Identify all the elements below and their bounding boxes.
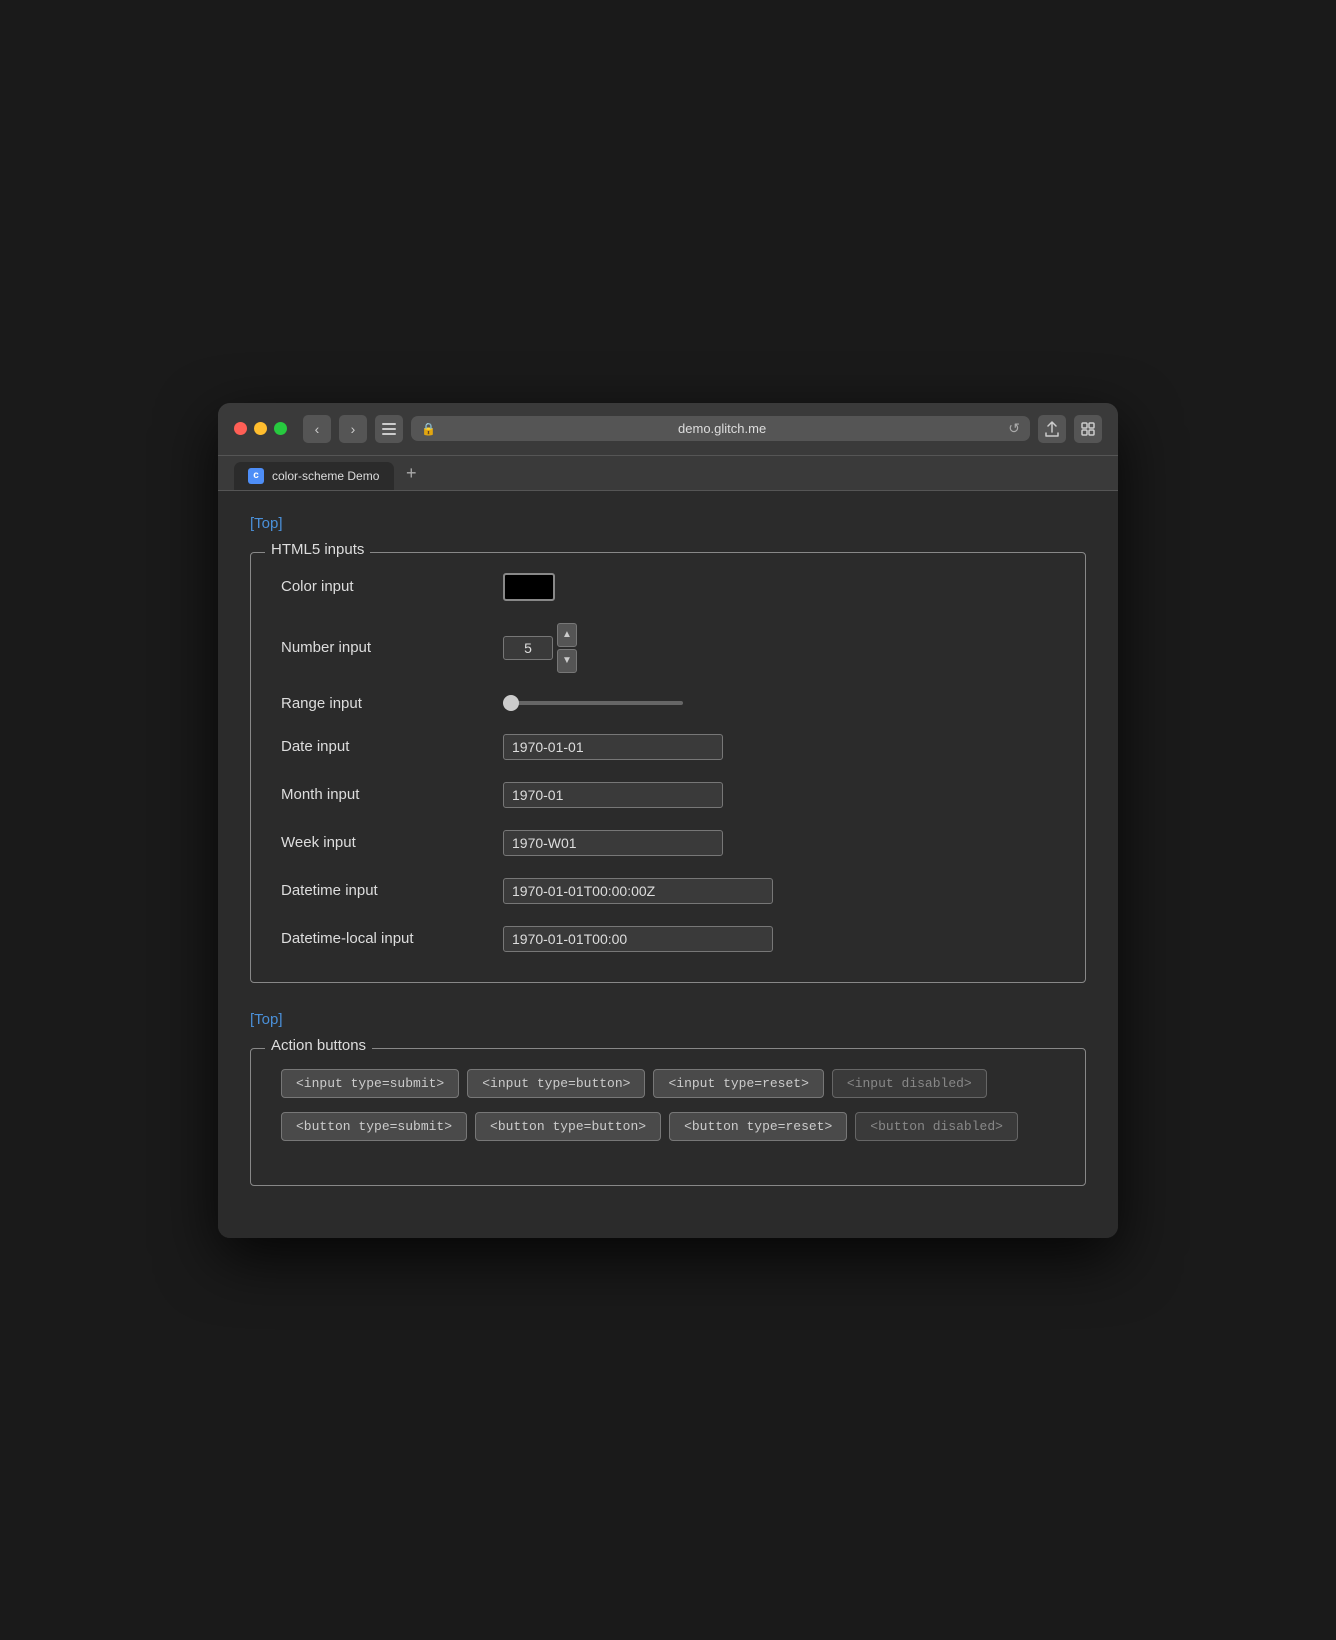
datetime-local-input-label: Datetime-local input — [281, 930, 491, 947]
datetime-local-input-row: Datetime-local input — [281, 926, 1055, 952]
refresh-button[interactable]: ↺ — [1008, 420, 1020, 437]
close-button[interactable] — [234, 422, 247, 435]
traffic-lights — [234, 422, 287, 435]
tab-bar: c color-scheme Demo + — [218, 456, 1118, 491]
page-content: [Top] HTML5 inputs Color input Number in… — [218, 491, 1118, 1238]
input-button-button[interactable]: <input type=button> — [467, 1069, 645, 1098]
color-input-label: Color input — [281, 578, 491, 595]
datetime-input-row: Datetime input — [281, 878, 1055, 904]
sidebar-button[interactable] — [375, 415, 403, 443]
new-tab-overview-button[interactable] — [1074, 415, 1102, 443]
lock-icon: 🔒 — [421, 422, 436, 436]
month-input[interactable] — [503, 782, 723, 808]
date-input-row: Date input — [281, 734, 1055, 760]
toolbar-right — [1038, 415, 1102, 443]
button-button-button[interactable]: <button type=button> — [475, 1112, 661, 1141]
range-input-label: Range input — [281, 695, 491, 712]
datetime-input[interactable] — [503, 878, 773, 904]
number-input-wrap: ▲ ▼ — [503, 623, 577, 673]
datetime-local-input[interactable] — [503, 926, 773, 952]
minimize-button[interactable] — [254, 422, 267, 435]
datetime-input-label: Datetime input — [281, 882, 491, 899]
number-decrement-button[interactable]: ▼ — [557, 649, 577, 673]
html5-inputs-section: HTML5 inputs Color input Number input ▲ … — [250, 552, 1086, 983]
range-input[interactable] — [503, 701, 683, 705]
input-submit-button[interactable]: <input type=submit> — [281, 1069, 459, 1098]
week-input-row: Week input — [281, 830, 1055, 856]
title-bar: ‹ › 🔒 demo.glitch.me ↺ — [218, 403, 1118, 456]
number-input[interactable] — [503, 636, 553, 660]
back-button[interactable]: ‹ — [303, 415, 331, 443]
number-increment-button[interactable]: ▲ — [557, 623, 577, 647]
button-buttons-group: <button type=submit> <button type=button… — [281, 1112, 1055, 1141]
number-input-row: Number input ▲ ▼ — [281, 623, 1055, 673]
color-input-row: Color input — [281, 573, 1055, 601]
new-tab-button[interactable]: + — [398, 463, 425, 490]
date-input-label: Date input — [281, 738, 491, 755]
color-input[interactable] — [503, 573, 555, 601]
address-bar[interactable]: 🔒 demo.glitch.me ↺ — [411, 416, 1030, 441]
top-link-2[interactable]: [Top] — [250, 1011, 283, 1028]
input-reset-button[interactable]: <input type=reset> — [653, 1069, 823, 1098]
action-buttons-section: Action buttons <input type=submit> <inpu… — [250, 1048, 1086, 1186]
date-input[interactable] — [503, 734, 723, 760]
address-text: demo.glitch.me — [442, 421, 1002, 436]
browser-window: ‹ › 🔒 demo.glitch.me ↺ — [218, 403, 1118, 1238]
top-link-1[interactable]: [Top] — [250, 515, 283, 532]
month-input-label: Month input — [281, 786, 491, 803]
html5-legend: HTML5 inputs — [265, 541, 370, 558]
button-reset-button[interactable]: <button type=reset> — [669, 1112, 847, 1141]
tab-title: color-scheme Demo — [272, 469, 379, 483]
input-buttons-group: <input type=submit> <input type=button> … — [281, 1069, 1055, 1098]
input-disabled-button: <input disabled> — [832, 1069, 987, 1098]
button-submit-button[interactable]: <button type=submit> — [281, 1112, 467, 1141]
active-tab[interactable]: c color-scheme Demo — [234, 462, 394, 490]
button-disabled-button: <button disabled> — [855, 1112, 1018, 1141]
action-legend: Action buttons — [265, 1037, 372, 1054]
month-input-row: Month input — [281, 782, 1055, 808]
share-button[interactable] — [1038, 415, 1066, 443]
forward-button[interactable]: › — [339, 415, 367, 443]
number-input-label: Number input — [281, 639, 491, 656]
week-input[interactable] — [503, 830, 723, 856]
tab-favicon: c — [248, 468, 264, 484]
week-input-label: Week input — [281, 834, 491, 851]
maximize-button[interactable] — [274, 422, 287, 435]
range-input-row: Range input — [281, 695, 1055, 712]
